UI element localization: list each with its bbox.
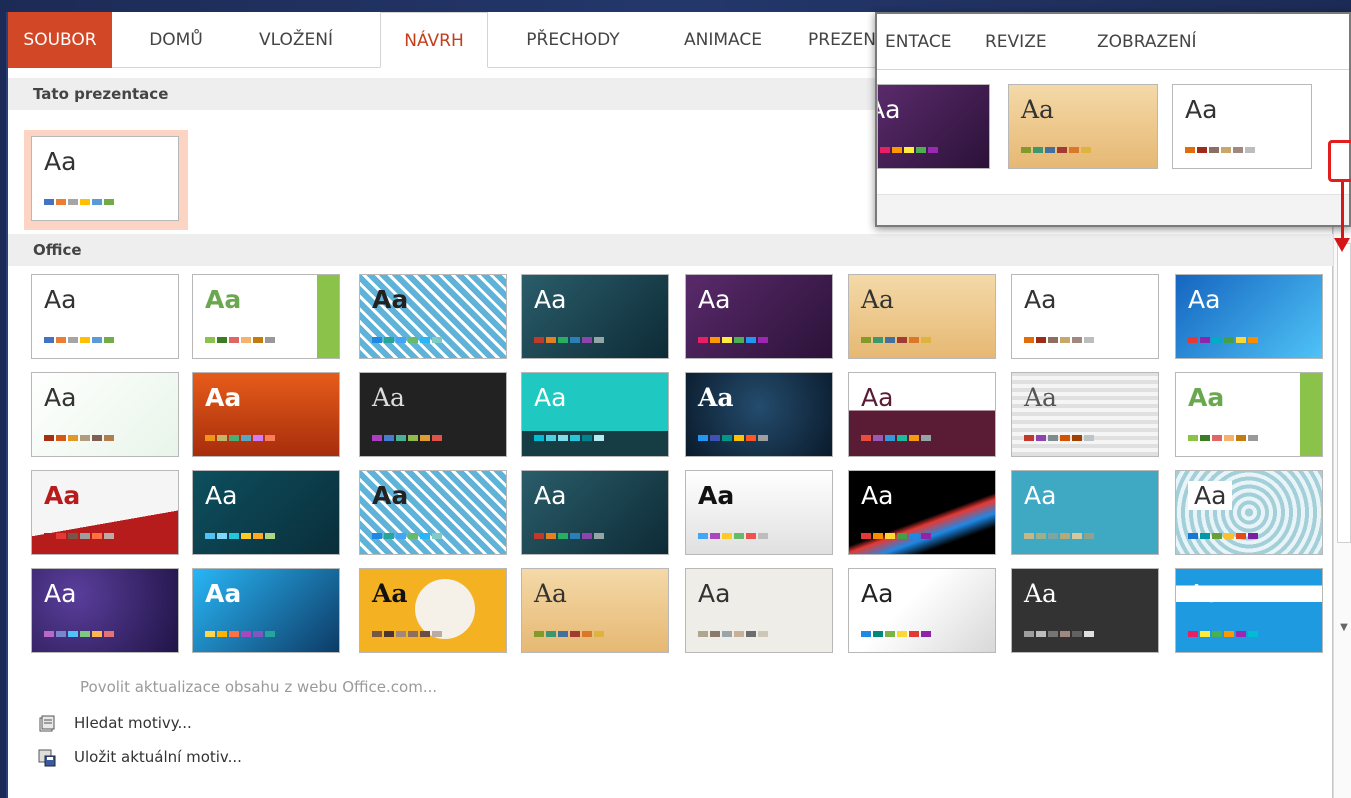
theme-frame[interactable]: Aa xyxy=(31,470,179,555)
save-theme-icon xyxy=(38,749,56,767)
badge-circle xyxy=(415,579,475,639)
theme-retrospect[interactable]: Aa xyxy=(1011,274,1159,359)
theme-office[interactable]: Aa xyxy=(31,274,179,359)
more-button-highlight xyxy=(1328,140,1351,182)
theme-celestial[interactable]: Aa xyxy=(359,372,507,457)
callout-tab-view: ZOBRAZENÍ xyxy=(1097,32,1197,52)
theme-droplet[interactable]: Aa xyxy=(1011,372,1159,457)
red-arrow-down-icon xyxy=(1334,238,1350,252)
callout-theme-retrospect[interactable]: Aa xyxy=(1172,84,1312,169)
theme-quotable[interactable]: Aa xyxy=(1175,470,1323,555)
theme-parallax[interactable]: Aa xyxy=(685,470,833,555)
theme-dividend[interactable]: Aa xyxy=(848,372,996,457)
callout-tab-slideshow: ENTACE xyxy=(885,32,952,52)
theme-facet[interactable]: Aa xyxy=(192,274,340,359)
menu-enable-updates: Povolit aktualizace obsahu z webu Office… xyxy=(80,678,438,696)
theme-integral-2[interactable]: Aa xyxy=(359,470,507,555)
callout-tab-review: REVIZE xyxy=(985,32,1047,52)
browse-icon xyxy=(38,715,56,733)
callout-theme-organic[interactable]: Aa xyxy=(1008,84,1158,169)
theme-gallery[interactable]: Aa xyxy=(192,470,340,555)
theme-basis[interactable]: Aa xyxy=(1175,568,1323,653)
scroll-down-icon[interactable]: ▼ xyxy=(1334,618,1351,638)
tab-insert[interactable]: VLOŽENÍ xyxy=(244,12,348,68)
theme-wisp[interactable]: Aa xyxy=(31,372,179,457)
theme-slice[interactable]: Aa xyxy=(1175,274,1323,359)
tab-design[interactable]: NÁVRH xyxy=(380,12,488,68)
theme-view[interactable]: Aa xyxy=(192,568,340,653)
theme-sample: Aa xyxy=(44,147,77,176)
menu-save-label: Uložit aktuální motiv... xyxy=(74,748,242,766)
theme-savon[interactable]: Aa xyxy=(1011,470,1159,555)
theme-berlin[interactable]: Aa xyxy=(192,372,340,457)
tab-file[interactable]: SOUBOR xyxy=(8,12,112,68)
callout-bottom xyxy=(877,194,1349,225)
theme-wood-type[interactable]: Aa xyxy=(1011,568,1159,653)
tab-animations[interactable]: ANIMACE xyxy=(668,12,778,68)
theme-facet-green[interactable]: Aa xyxy=(1175,372,1323,457)
menu-browse-themes[interactable]: Hledat motivy... xyxy=(38,710,192,736)
tab-home[interactable]: DOMŮ xyxy=(136,12,216,68)
theme-ion-boardroom[interactable]: Aa xyxy=(685,274,833,359)
theme-mesh[interactable]: Aa xyxy=(848,470,996,555)
scrollbar-thumb[interactable] xyxy=(1337,243,1351,543)
theme-feathered[interactable]: Aa xyxy=(848,568,996,653)
theme-damask[interactable]: Aa xyxy=(685,372,833,457)
theme-organic[interactable]: Aa xyxy=(848,274,996,359)
menu-save-theme[interactable]: Uložit aktuální motiv... xyxy=(38,744,242,770)
theme-current[interactable]: Aa xyxy=(31,136,179,221)
theme-vapor-trail[interactable]: Aa xyxy=(31,568,179,653)
callout-tabs: ENTACE REVIZE ZOBRAZENÍ xyxy=(877,14,1349,70)
callout-theme-ion-boardroom[interactable]: Aa xyxy=(877,84,990,169)
theme-main-event[interactable]: Aa xyxy=(685,568,833,653)
theme-organic-2[interactable]: Aa xyxy=(521,568,669,653)
theme-ion[interactable]: Aa xyxy=(521,274,669,359)
theme-ion-2[interactable]: Aa xyxy=(521,470,669,555)
red-arrow-line xyxy=(1341,182,1344,242)
menu-browse-label: Hledat motivy... xyxy=(74,714,192,732)
section-office: Office xyxy=(8,234,1333,266)
tab-transitions[interactable]: PŘECHODY xyxy=(508,12,638,68)
ribbon-zoom-callout: ENTACE REVIZE ZOBRAZENÍ Aa Aa Aa xyxy=(875,12,1351,227)
theme-integral[interactable]: Aa xyxy=(359,274,507,359)
theme-badge[interactable]: Aa xyxy=(359,568,507,653)
theme-circuit[interactable]: Aa xyxy=(521,372,669,457)
